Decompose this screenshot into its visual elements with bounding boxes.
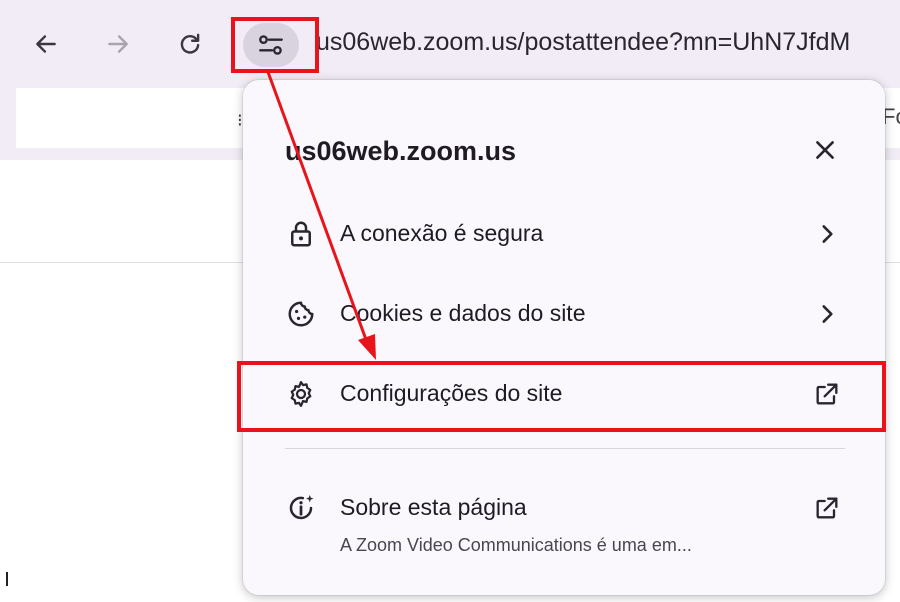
- arrow-right-icon: [108, 35, 128, 53]
- highlight-site-settings: [237, 361, 886, 432]
- site-info-popup: us06web.zoom.us A conexão é segura Cooki…: [243, 80, 885, 595]
- browser-toolbar: us06web.zoom.us/postattendee?mn=UhN7JfdM: [0, 0, 900, 88]
- open-external-icon: [811, 492, 843, 524]
- menu-item-about-page[interactable]: Sobre esta página: [243, 478, 885, 538]
- chevron-right-icon: [811, 218, 843, 250]
- highlight-site-info-button: [231, 17, 319, 73]
- popup-divider: [285, 448, 845, 449]
- forward-button[interactable]: [96, 22, 140, 66]
- popup-title: us06web.zoom.us: [285, 136, 517, 166]
- lock-icon: [285, 218, 317, 250]
- arrow-left-icon: [36, 35, 56, 53]
- menu-item-label: Cookies e dados do site: [340, 300, 586, 326]
- menu-item-connection[interactable]: A conexão é segura: [243, 204, 885, 264]
- browser-window: us06web.zoom.us/postattendee?mn=UhN7JfdM…: [0, 0, 900, 602]
- menu-item-label: A conexão é segura: [340, 220, 544, 246]
- cookie-icon: [285, 298, 317, 330]
- menu-item-cookies[interactable]: Cookies e dados do site: [243, 284, 885, 344]
- chevron-right-icon: [811, 298, 843, 330]
- reload-icon: [180, 33, 200, 54]
- info-sparkle-icon: [285, 492, 317, 524]
- back-button[interactable]: [24, 22, 68, 66]
- reload-button[interactable]: [168, 22, 212, 66]
- bookmarks-separator: ⁝: [237, 110, 243, 130]
- close-button[interactable]: [809, 134, 841, 166]
- close-icon: [816, 141, 834, 159]
- page-cursor-mark: [6, 572, 8, 586]
- menu-item-label: Sobre esta página: [340, 494, 527, 520]
- address-bar-url[interactable]: us06web.zoom.us/postattendee?mn=UhN7JfdM: [316, 28, 850, 57]
- menu-item-sublabel: A Zoom Video Communications é uma em...: [340, 535, 692, 555]
